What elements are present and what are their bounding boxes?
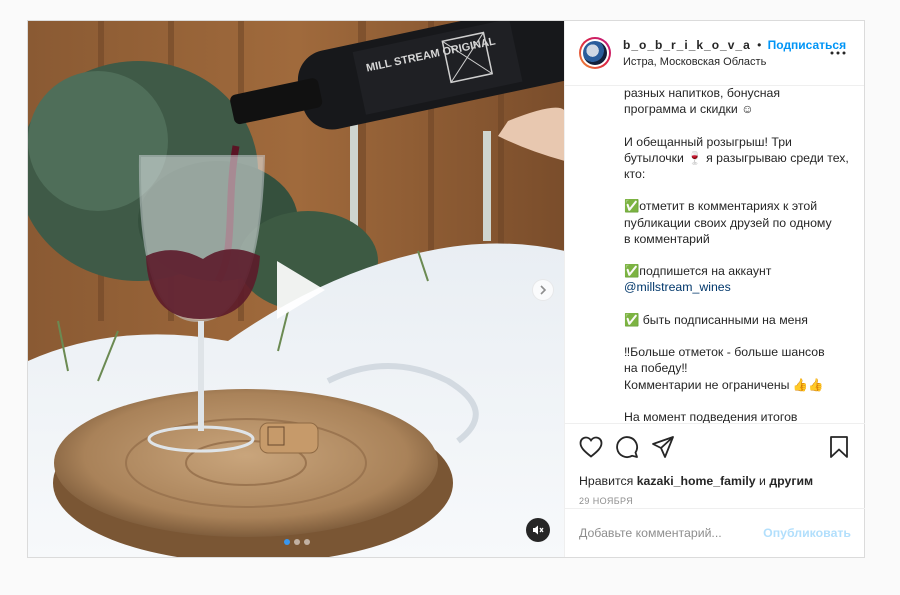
post-header: b_o_b_r_i_k_o_v_a • Подписаться Истра, М… [565, 21, 864, 86]
caption-scroll-area[interactable]: разных напитков, бонусная программа и ск… [565, 86, 864, 423]
heart-icon [579, 436, 603, 458]
mute-icon [533, 525, 544, 535]
post-date[interactable]: 29 ноября [579, 496, 851, 506]
location-link[interactable]: Истра, Московская Область [623, 55, 826, 69]
username-link[interactable]: b_o_b_r_i_k_o_v_a [623, 38, 751, 52]
liker-username-link[interactable]: kazaki_home_family [637, 474, 756, 488]
slide-dot [294, 539, 300, 545]
avatar-image [583, 41, 607, 65]
likes-summary: Нравится kazaki_home_family и другим [579, 474, 814, 488]
more-icon [830, 51, 846, 55]
slide-dot [304, 539, 310, 545]
mute-button[interactable] [526, 518, 550, 542]
post-media[interactable]: MILL STREAM ORIGINAL [28, 21, 564, 557]
next-slide-button[interactable] [532, 279, 554, 301]
post-actions: Нравится kazaki_home_family и другим 29 … [565, 423, 865, 506]
separator-dot: • [757, 38, 762, 52]
save-button[interactable] [827, 435, 851, 459]
avatar[interactable] [579, 37, 611, 69]
likes-others-link[interactable]: другим [769, 474, 813, 488]
play-icon [277, 261, 325, 319]
publish-button[interactable]: Опубликовать [763, 526, 851, 540]
comment-button[interactable] [615, 435, 639, 459]
comment-input[interactable] [579, 526, 764, 540]
mention-link[interactable]: @millstream_wines [624, 280, 731, 294]
share-icon [652, 436, 674, 458]
comment-form: Опубликовать [565, 508, 865, 557]
chevron-right-icon [540, 285, 547, 295]
post-side-panel: b_o_b_r_i_k_o_v_a • Подписаться Истра, М… [564, 21, 865, 557]
comment-icon [616, 436, 638, 458]
share-button[interactable] [651, 435, 675, 459]
more-options-button[interactable] [826, 41, 850, 65]
bookmark-icon [830, 436, 848, 458]
like-button[interactable] [579, 435, 603, 459]
slide-dot-active [284, 539, 290, 545]
play-button[interactable] [265, 257, 331, 323]
instagram-post: MILL STREAM ORIGINAL b_o_b_r_i_k_o_v_a •… [27, 20, 865, 558]
slide-indicator [284, 539, 310, 545]
caption-text: разных напитков, бонусная программа и ск… [624, 86, 849, 423]
